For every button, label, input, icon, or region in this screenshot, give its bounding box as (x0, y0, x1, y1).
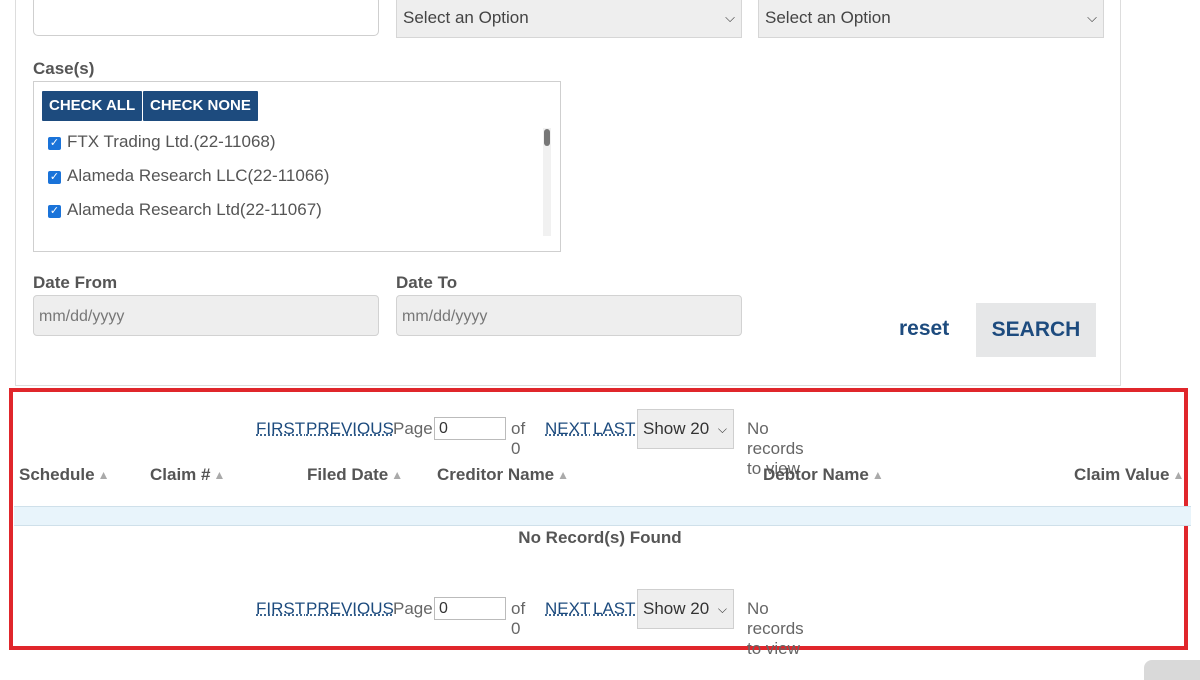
page-label: Page (393, 599, 433, 618)
cases-list: CHECK ALL CHECK NONE ✓ FTX Trading Ltd.(2… (33, 81, 561, 252)
check-none-button[interactable]: CHECK NONE (143, 91, 258, 121)
scroll-to-top-button[interactable] (1144, 660, 1200, 680)
page-count: of 0 (511, 599, 526, 638)
date-to-label: Date To (396, 273, 458, 292)
date-from-input[interactable]: mm/dd/yyyy (33, 295, 379, 336)
column-header-creditor-name[interactable]: Creditor Name ▲︎ (437, 465, 569, 485)
chevron-down-icon: ⌵ (725, 10, 735, 25)
cases-label: Case(s) (33, 59, 95, 78)
page-size-select[interactable]: Show 20 ⌵ (637, 589, 734, 629)
check-all-button[interactable]: CHECK ALL (42, 91, 143, 121)
case-item[interactable]: ✓ FTX Trading Ltd.(22-11068) (48, 132, 276, 152)
checkbox-checked-icon[interactable]: ✓ (48, 137, 61, 150)
option-select-1[interactable]: Select an Option ⌵ (396, 0, 742, 38)
sort-icon: ▲︎ (871, 468, 884, 482)
column-header-filed-date[interactable]: Filed Date ▲︎ (307, 465, 403, 485)
date-from-label: Date From (33, 273, 118, 292)
reset-link[interactable]: reset (899, 317, 949, 341)
checkbox-checked-icon[interactable]: ✓ (48, 171, 61, 184)
last-link[interactable]: LAST (593, 599, 636, 619)
first-link[interactable]: FIRST (256, 419, 305, 439)
previous-link[interactable]: PREVIOUS (306, 599, 394, 619)
next-link[interactable]: NEXT (545, 599, 590, 619)
records-status: No records to view (747, 599, 804, 658)
chevron-down-icon: ⌵ (717, 422, 727, 436)
page-count: of 0 (511, 419, 526, 458)
page-size-select[interactable]: Show 20 ⌵ (637, 409, 734, 449)
option-select-2[interactable]: Select an Option ⌵ (758, 0, 1104, 38)
last-link[interactable]: LAST (593, 419, 636, 439)
page-size-value: Show 20 (643, 599, 710, 618)
table-row (14, 506, 1191, 526)
chevron-down-icon: ⌵ (717, 602, 727, 616)
select-value: Select an Option (765, 8, 891, 27)
first-link[interactable]: FIRST (256, 599, 305, 619)
sort-icon: ▲︎ (213, 468, 226, 482)
empty-table-message: No Record(s) Found (518, 528, 682, 547)
page-number-input[interactable]: 0 (434, 417, 506, 440)
chevron-down-icon: ⌵ (1087, 10, 1097, 25)
page-number-input[interactable]: 0 (434, 597, 506, 620)
sort-icon: ▲︎ (557, 468, 570, 482)
case-item[interactable]: ✓ Alameda Research LLC(22-11066) (48, 166, 329, 186)
case-item[interactable]: ✓ Alameda Research Ltd(22-11067) (48, 200, 322, 220)
column-header-debtor-name[interactable]: Debtor Name ▲︎ (763, 465, 884, 485)
next-link[interactable]: NEXT (545, 419, 590, 439)
column-header-claim-value[interactable]: Claim Value ▲︎ (1074, 465, 1184, 485)
sort-icon: ▲︎ (1172, 468, 1185, 482)
search-button[interactable]: SEARCH (976, 303, 1096, 357)
page-label: Page (393, 419, 433, 438)
page-size-value: Show 20 (643, 419, 710, 438)
column-header-schedule[interactable]: Schedule ▲︎ (19, 465, 109, 485)
scrollbar-thumb[interactable] (544, 129, 550, 146)
sort-icon: ▲︎ (391, 468, 404, 482)
checkbox-checked-icon[interactable]: ✓ (48, 205, 61, 218)
previous-link[interactable]: PREVIOUS (306, 419, 394, 439)
column-header-claim[interactable]: Claim # ▲︎ (150, 465, 225, 485)
text-filter-input[interactable] (33, 0, 379, 36)
date-to-input[interactable]: mm/dd/yyyy (396, 295, 742, 336)
sort-icon: ▲︎ (97, 468, 110, 482)
select-value: Select an Option (403, 8, 529, 27)
